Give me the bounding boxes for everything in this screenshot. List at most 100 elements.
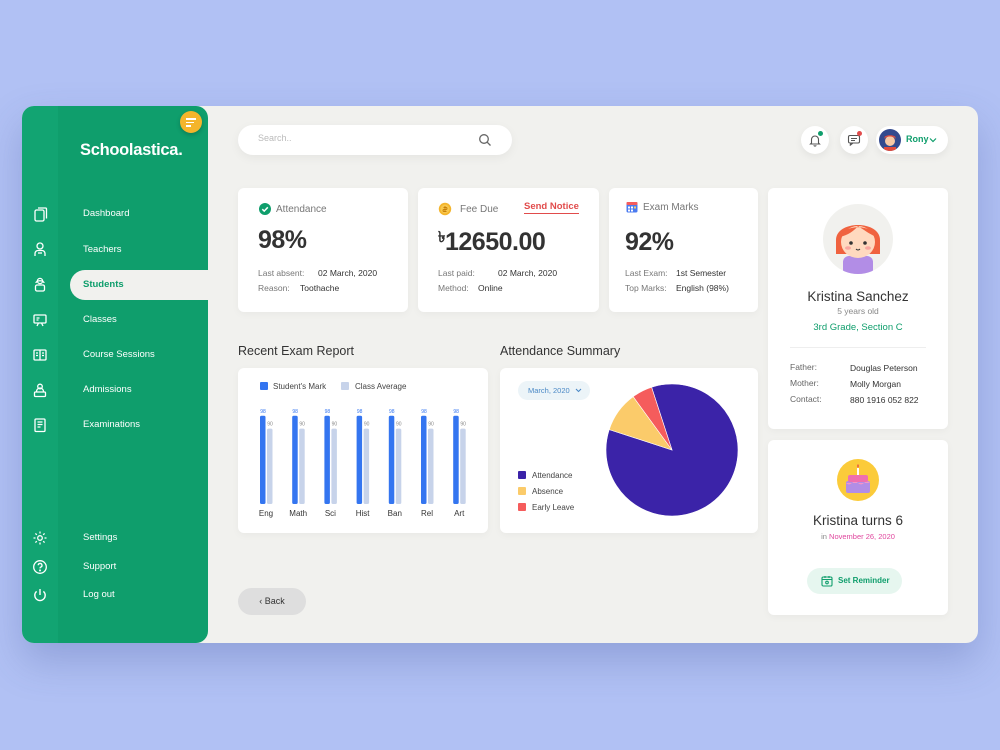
sidebar-item-dashboard[interactable]: Dashboard [83,204,129,224]
mother-label: Mother: [790,378,819,388]
search-input[interactable] [258,133,458,143]
notifications-button[interactable] [801,126,829,154]
bar-student-mark [421,415,427,504]
check-circle-icon [259,203,271,215]
menu-toggle-icon[interactable] [180,111,202,133]
x-tick-label: Hist [356,509,371,518]
last-exam-label: Last Exam: [625,268,668,278]
attendance-summary-card: March, 2020 Attendance Absence Early Lea… [500,368,758,533]
bar-class-average [363,428,370,504]
x-tick-label: Ban [388,509,402,518]
settings-icon[interactable] [32,530,48,546]
bar-data-label: 90 [332,422,338,428]
reason-value: Toothache [300,283,340,293]
x-tick-label: Math [289,509,307,518]
bar-class-average [395,428,402,504]
examinations-icon[interactable] [32,417,48,433]
back-button[interactable]: ‹ Back [238,588,306,615]
classes-icon[interactable] [32,312,48,328]
last-absent-label: Last absent: [258,268,305,278]
fee-amount: 12650.00 [444,228,546,256]
attendance-pie-chart [605,383,739,517]
bar-data-label: 98 [421,409,427,415]
messages-button[interactable] [840,126,868,154]
student-icon[interactable] [32,276,48,292]
bar-student-mark [324,415,330,504]
sidebar-item-course-sessions[interactable]: Course Sessions [83,345,155,365]
search-icon[interactable] [478,133,492,147]
bar-class-average [331,428,337,504]
birthday-cake-icon [837,459,879,501]
icon-rail [22,106,58,643]
bar-data-label: 98 [292,409,298,415]
attendance-summary-title: Attendance Summary [500,344,621,358]
reason-row: Reason: Toothache [258,283,339,293]
last-absent-value: 02 March, 2020 [318,268,378,278]
exam-bar-chart: 98 90 Eng 98 90 Math 98 90 Sci 98 90 Hist 98 90 Ban 98 9… [259,409,466,518]
bar-data-label: 98 [389,409,395,415]
reason-label: Reason: [258,283,290,293]
sidebar: Schoolastica. Dashboard Teachers Classes… [58,106,208,643]
method-row: Method: Online [438,283,503,293]
sidebar-item-support[interactable]: Support [83,557,116,577]
send-notice-link[interactable]: Send Notice [524,201,579,214]
bar-student-mark [356,415,363,504]
course-sessions-icon[interactable] [32,347,48,363]
sidebar-item-students[interactable]: Students [70,270,220,300]
sidebar-item-students-wrap: Students [70,270,220,300]
contact-label: Contact: [790,394,822,404]
mother-value: Molly Morgan [850,379,902,389]
fee-due-value: ৳12650.00 [438,226,546,257]
bar-data-label: 98 [453,409,459,415]
x-tick-label: Rel [421,509,433,518]
support-icon[interactable] [32,559,48,575]
birthday-card: Kristina turns 6 in November 26, 2020 Se… [768,440,948,615]
search-bar [238,125,512,155]
dashboard-icon[interactable] [32,206,48,222]
attendance-value: 98% [258,226,307,254]
bar-student-mark [292,415,298,504]
admissions-icon[interactable] [32,382,48,398]
bar-data-label: 90 [460,422,466,428]
fee-due-label: Fee Due [460,204,499,215]
x-tick-label: Sci [325,509,336,518]
sidebar-item-admissions[interactable]: Admissions [83,380,132,400]
bar-class-average [428,428,434,504]
sidebar-item-settings[interactable]: Settings [83,528,117,548]
logout-icon[interactable] [32,587,48,603]
sidebar-item-examinations[interactable]: Examinations [83,415,140,435]
x-tick-label: Art [454,509,465,518]
birthday-prefix: in [821,532,827,541]
user-name: Rony [906,134,929,144]
last-absent-row: Last absent: 02 March, 2020 [258,268,377,278]
bar-data-label: 90 [364,422,370,428]
reminder-icon [821,576,833,587]
divider [790,347,926,348]
top-marks-label: Top Marks: [625,283,667,293]
father-value: Douglas Peterson [850,363,918,373]
last-exam-value: 1st Semester [676,268,727,278]
sidebar-item-logout[interactable]: Log out [83,585,115,605]
bar-data-label: 90 [428,422,434,428]
currency-symbol: ৳ [438,228,445,246]
bar-data-label: 90 [299,422,305,428]
last-exam-row: Last Exam: 1st Semester [625,268,726,278]
birthday-date: November 26, 2020 [829,532,895,541]
father-label: Father: [790,362,817,372]
sidebar-item-classes[interactable]: Classes [83,310,117,330]
bar-class-average [299,428,305,504]
set-reminder-button[interactable]: Set Reminder [807,568,902,594]
teacher-icon[interactable] [32,241,48,257]
user-menu[interactable]: Rony [876,126,948,154]
bar-student-mark [260,415,266,504]
bar-data-label: 90 [396,422,402,428]
exam-report-card: Student's Mark Class Average 98 90 Eng 98 90… [238,368,488,533]
sidebar-item-teachers[interactable]: Teachers [83,240,122,260]
avatar [879,129,901,151]
bar-data-label: 90 [267,422,273,428]
method-value: Online [478,283,503,293]
app-window: Schoolastica. Dashboard Teachers Classes… [22,106,978,643]
student-name: Kristina Sanchez [807,289,909,304]
exam-report-title: Recent Exam Report [238,344,355,358]
bar-class-average [460,428,466,504]
